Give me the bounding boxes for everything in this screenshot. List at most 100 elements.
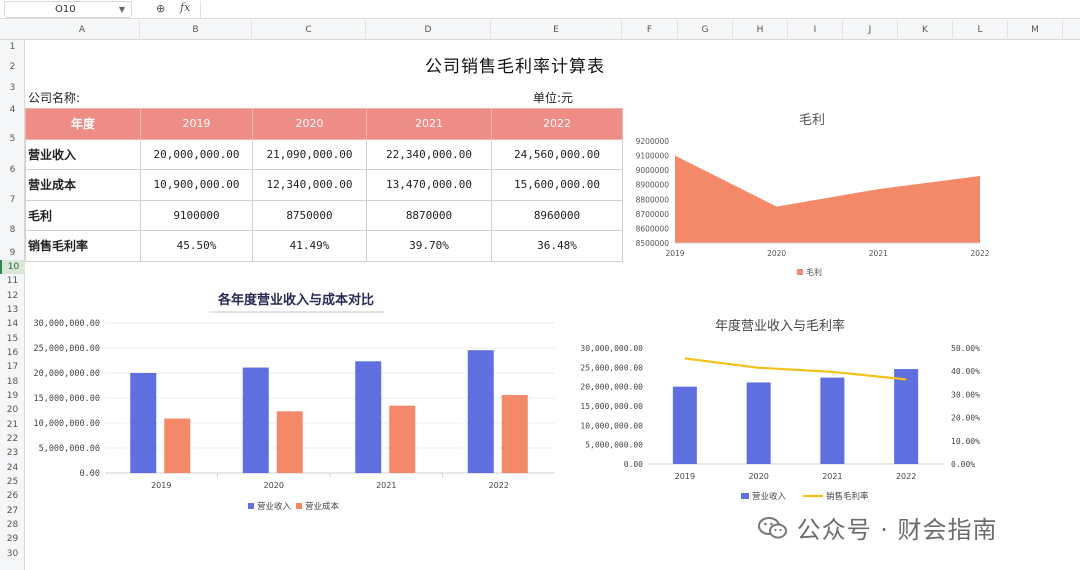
row-label-cell[interactable]: 销售毛利率	[25, 230, 141, 262]
row-header-14[interactable]: 14	[0, 317, 25, 332]
bar-revenue	[672, 386, 697, 464]
legend-swatch	[296, 503, 302, 509]
value-cell[interactable]: 8750000	[252, 199, 367, 231]
y-tick-label: 30,000,000.00	[33, 319, 100, 329]
value-cell[interactable]: 15,600,000.00	[491, 169, 623, 201]
header-cell[interactable]: 2020	[252, 108, 367, 140]
bar-cost	[164, 418, 191, 473]
y-tick-label: 15,000,000.00	[580, 402, 643, 411]
value-cell[interactable]: 12,340,000.00	[252, 169, 367, 201]
y-tick-label: 9100000	[636, 152, 670, 161]
value-cell[interactable]: 8960000	[491, 199, 623, 231]
row-header-12[interactable]: 12	[0, 289, 25, 303]
value-cell[interactable]: 22,340,000.00	[366, 138, 492, 170]
row-header-24[interactable]: 24	[0, 461, 25, 475]
column-header-E[interactable]: E	[491, 20, 622, 40]
row-header-9[interactable]: 9	[0, 246, 25, 260]
row-header-26[interactable]: 26	[0, 489, 25, 504]
header-cell[interactable]: 2019	[140, 108, 253, 140]
x-tick-label: 2021	[376, 481, 396, 490]
gross-profit-chart[interactable]: 毛利 9200000 9100000 9000000 8900000 8800000 870…	[625, 108, 1000, 286]
row-header-28[interactable]: 28	[0, 518, 25, 532]
revenue-margin-chart[interactable]: 年度营业收入与毛利率 30,000,000.00 25,000,000.00 20,0…	[578, 310, 988, 510]
column-header-H[interactable]: H	[733, 20, 788, 40]
row-header-13[interactable]: 13	[0, 303, 25, 317]
name-box[interactable]: O10 ▼	[4, 1, 132, 18]
row-label-cell[interactable]: 营业成本	[25, 169, 141, 201]
y-tick-label: 8700000	[636, 210, 670, 219]
value-cell[interactable]: 39.70%	[366, 230, 492, 262]
y-tick-label: 8500000	[636, 239, 670, 248]
row-header-10[interactable]: 10	[0, 260, 25, 274]
y-tick-label: 0.00	[624, 460, 643, 469]
value-cell[interactable]: 20,000,000.00	[140, 138, 253, 170]
column-header-L[interactable]: L	[953, 20, 1008, 40]
column-header-I[interactable]: I	[788, 20, 843, 40]
y-tick-label: 8800000	[636, 195, 670, 204]
column-header-D[interactable]: D	[366, 20, 491, 40]
column-header-J[interactable]: J	[843, 20, 898, 40]
column-header-M[interactable]: M	[1008, 20, 1063, 40]
column-header-K[interactable]: K	[898, 20, 953, 40]
row-header-1[interactable]: 1	[0, 40, 25, 54]
value-cell[interactable]: 41.49%	[252, 230, 367, 262]
row-header-23[interactable]: 23	[0, 446, 25, 461]
column-header-B[interactable]: B	[140, 20, 252, 40]
row-header-17[interactable]: 17	[0, 360, 25, 375]
zoom-icon[interactable]: ⊕	[156, 2, 165, 15]
bar-revenue	[355, 361, 382, 473]
value-cell[interactable]: 45.50%	[140, 230, 253, 262]
y2-tick-label: 40.00%	[951, 367, 980, 376]
row-header-7[interactable]: 7	[0, 185, 25, 215]
revenue-cost-chart[interactable]: 各年度营业收入与成本对比 30,000,000.00 25,000,000.00 20…	[27, 283, 562, 523]
value-cell[interactable]: 13,470,000.00	[366, 169, 492, 201]
header-cell[interactable]: 2021	[366, 108, 492, 140]
row-label-cell[interactable]: 毛利	[25, 199, 141, 231]
row-label-cell[interactable]: 营业收入	[25, 138, 141, 170]
formula-bar: O10 ▼ ⊕ fx	[0, 0, 1080, 19]
row-header-8[interactable]: 8	[0, 215, 25, 246]
row-header-4[interactable]: 4	[0, 96, 25, 124]
row-header-6[interactable]: 6	[0, 155, 25, 185]
y-tick-label: 10,000,000.00	[580, 421, 643, 430]
row-header-27[interactable]: 27	[0, 504, 25, 518]
column-header-A[interactable]: A	[25, 20, 140, 40]
y-tick-label: 20,000,000.00	[33, 369, 100, 379]
value-cell[interactable]: 24,560,000.00	[491, 138, 623, 170]
y-tick-label: 5,000,000.00	[39, 444, 100, 454]
chevron-down-icon[interactable]: ▼	[119, 2, 125, 17]
row-header-21[interactable]: 21	[0, 418, 25, 432]
column-header-C[interactable]: C	[252, 20, 366, 40]
legend-swatch	[797, 269, 803, 275]
x-tick-label: 2022	[489, 481, 509, 490]
row-header-16[interactable]: 16	[0, 346, 25, 360]
row-header-29[interactable]: 29	[0, 532, 25, 547]
row-header-11[interactable]: 11	[0, 274, 25, 289]
worksheet[interactable]: 公司销售毛利率计算表 公司名称: 单位:元 年度 2019 2020 2021 2022…	[25, 40, 1080, 570]
header-cell[interactable]: 2022	[491, 108, 623, 140]
column-header-G[interactable]: G	[678, 20, 733, 40]
value-cell[interactable]: 10,900,000.00	[140, 169, 253, 201]
value-cell[interactable]: 21,090,000.00	[252, 138, 367, 170]
value-cell[interactable]: 9100000	[140, 199, 253, 231]
row-header-25[interactable]: 25	[0, 475, 25, 489]
header-cell[interactable]: 年度	[25, 108, 141, 140]
row-header-3[interactable]: 3	[0, 81, 25, 96]
legend-label: 营业收入	[257, 501, 292, 512]
row-header-5[interactable]: 5	[0, 124, 25, 155]
x-tick-label: 2020	[767, 249, 786, 258]
column-header-F[interactable]: F	[622, 20, 678, 40]
row-header-2[interactable]: 2	[0, 54, 25, 81]
fx-icon[interactable]: fx	[180, 1, 190, 14]
value-cell[interactable]: 36.48%	[491, 230, 623, 262]
y-tick-label: 10,000,000.00	[33, 419, 100, 429]
row-header-15[interactable]: 15	[0, 332, 25, 346]
formula-input[interactable]	[200, 1, 1076, 18]
row-header-22[interactable]: 22	[0, 432, 25, 446]
value-cell[interactable]: 8870000	[366, 199, 492, 231]
row-header-30[interactable]: 30	[0, 547, 25, 561]
row-header-20[interactable]: 20	[0, 403, 25, 418]
row-header-18[interactable]: 18	[0, 375, 25, 389]
row-header-19[interactable]: 19	[0, 389, 25, 403]
legend-label: 毛利	[806, 267, 822, 277]
